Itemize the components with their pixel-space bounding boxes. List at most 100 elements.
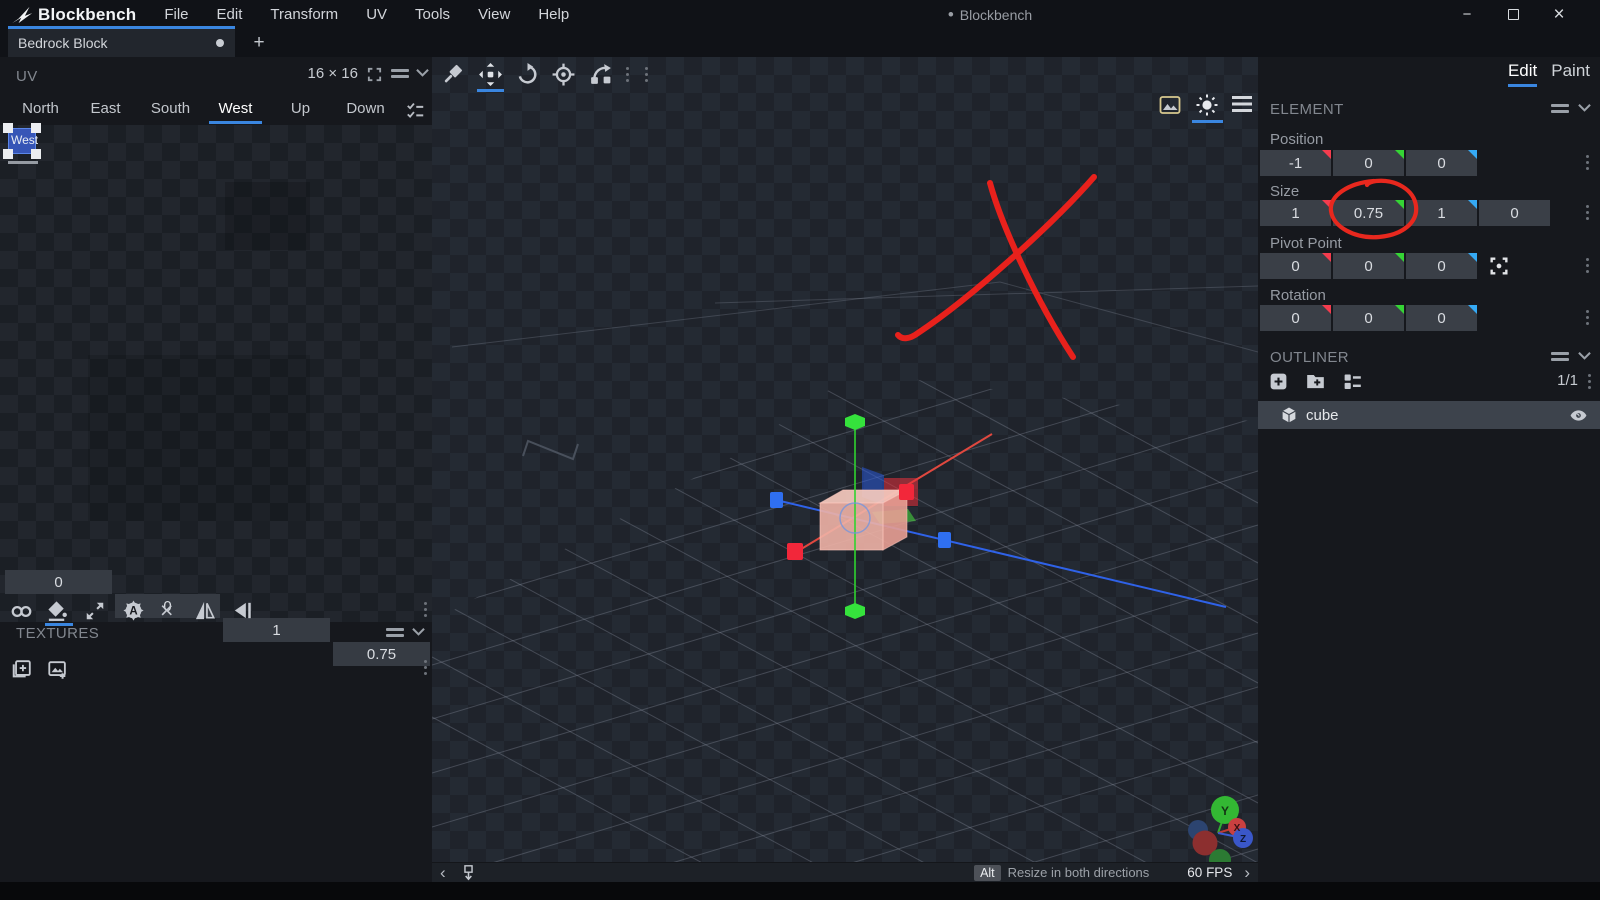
- create-texture-icon[interactable]: [11, 658, 33, 680]
- axis-orientation-gizmo[interactable]: Y X Z: [1188, 796, 1253, 862]
- rotate-tool-icon[interactable]: [515, 62, 540, 87]
- pivot-x-field[interactable]: 0: [1260, 253, 1331, 279]
- pivot-y-field[interactable]: 0: [1333, 253, 1404, 279]
- minimize-button[interactable]: −: [1444, 0, 1490, 29]
- window-controls: − ×: [1444, 0, 1582, 29]
- menu-help[interactable]: Help: [524, 0, 583, 29]
- import-texture-icon[interactable]: [47, 659, 69, 681]
- viewport-overlay-controls: [1152, 91, 1258, 125]
- size-overflow-icon[interactable]: [1586, 205, 1589, 220]
- uv-toolbar-overflow-icon[interactable]: [424, 602, 427, 617]
- size-inflate-field[interactable]: 0: [1479, 200, 1550, 226]
- position-z-field[interactable]: 0: [1406, 150, 1477, 176]
- outliner-view-toggle-icon[interactable]: [1342, 371, 1363, 392]
- gavel-tool-icon[interactable]: [440, 62, 465, 87]
- maximize-button[interactable]: [1490, 0, 1536, 29]
- menu-uv[interactable]: UV: [352, 0, 401, 29]
- outliner-menu-icon[interactable]: [1551, 352, 1569, 364]
- auto-uv-icon[interactable]: A: [122, 599, 145, 622]
- textures-collapse-chevron-icon[interactable]: [412, 627, 425, 637]
- outliner-item-cube[interactable]: cube: [1258, 401, 1600, 429]
- rotation-z-field[interactable]: 0: [1406, 305, 1477, 331]
- toolbar-drag-handle-icon[interactable]: [626, 67, 629, 82]
- uv-x-field[interactable]: 0: [5, 570, 112, 594]
- add-group-icon[interactable]: [1305, 371, 1326, 392]
- position-overflow-icon[interactable]: [1586, 155, 1589, 170]
- textures-overflow-icon[interactable]: [424, 660, 427, 675]
- export-model-icon[interactable]: [460, 864, 477, 881]
- size-y-field[interactable]: 0.75: [1333, 200, 1404, 226]
- y-handle-bottom[interactable]: [845, 603, 865, 619]
- face-tab-north[interactable]: North: [8, 95, 73, 125]
- move-tool-icon[interactable]: [478, 62, 503, 87]
- uv-face-tabs: North East South West Up Down: [8, 95, 398, 125]
- uv-panel: UV 16 × 16 North East South West Up Down: [0, 57, 432, 882]
- tab-edit[interactable]: Edit: [1508, 61, 1537, 87]
- background-image-icon[interactable]: [1158, 93, 1182, 117]
- pivot-overflow-icon[interactable]: [1586, 258, 1589, 273]
- expand-uv-icon[interactable]: [84, 600, 106, 622]
- position-x-field[interactable]: -1: [1260, 150, 1331, 176]
- paint-bucket-icon[interactable]: [46, 599, 69, 622]
- menu-transform[interactable]: Transform: [256, 0, 352, 29]
- size-z-field[interactable]: 1: [1406, 200, 1477, 226]
- menu-file[interactable]: File: [150, 0, 202, 29]
- chevron-left-icon[interactable]: ‹: [440, 866, 446, 880]
- uv-handle-sw[interactable]: [3, 149, 13, 159]
- uv-handle-nw[interactable]: [3, 123, 13, 133]
- rotation-x-field[interactable]: 0: [1260, 305, 1331, 331]
- uv-handle-se[interactable]: [31, 149, 41, 159]
- visibility-eye-icon[interactable]: [1569, 406, 1588, 425]
- uv-checklist-icon[interactable]: [406, 102, 425, 119]
- viewport-menu-icon[interactable]: [1232, 95, 1252, 113]
- center-pivot-icon[interactable]: [1488, 255, 1510, 277]
- selected-cube[interactable]: [820, 490, 907, 550]
- face-tab-west[interactable]: West: [203, 95, 268, 125]
- x-handle-left[interactable]: [787, 543, 803, 560]
- uv-collapse-chevron-icon[interactable]: [416, 68, 429, 78]
- size-x-field[interactable]: 1: [1260, 200, 1331, 226]
- uv-panel-title: UV: [16, 68, 38, 85]
- rotation-label: Rotation: [1270, 287, 1326, 304]
- chevron-right-icon[interactable]: ›: [1244, 866, 1250, 880]
- uv-fullscreen-icon[interactable]: [366, 66, 383, 83]
- close-button[interactable]: ×: [1536, 0, 1582, 29]
- vertex-snap-tool-icon[interactable]: [588, 62, 613, 87]
- element-collapse-chevron-icon[interactable]: [1578, 103, 1591, 113]
- tab-bedrock-block[interactable]: Bedrock Block: [8, 29, 235, 57]
- menu-tools[interactable]: Tools: [401, 0, 464, 29]
- outliner-overflow-icon[interactable]: [1588, 374, 1591, 389]
- uv-panel-menu-icon[interactable]: [391, 69, 409, 81]
- lighting-sun-icon[interactable]: [1195, 93, 1219, 117]
- rotation-y-field[interactable]: 0: [1333, 305, 1404, 331]
- face-tab-down[interactable]: Down: [333, 95, 398, 125]
- menu-edit[interactable]: Edit: [203, 0, 257, 29]
- textures-menu-icon[interactable]: [386, 628, 404, 640]
- add-cube-icon[interactable]: [1268, 371, 1289, 392]
- z-handle-left[interactable]: [770, 492, 783, 508]
- chain-link-icon[interactable]: [10, 600, 33, 623]
- mirror-y-icon[interactable]: [231, 599, 254, 622]
- rotation-overflow-icon[interactable]: [1586, 310, 1589, 325]
- menu-view[interactable]: View: [464, 0, 524, 29]
- clear-uv-icon[interactable]: ×: [160, 597, 173, 624]
- uv-handle-ne[interactable]: [31, 123, 41, 133]
- face-tab-east[interactable]: East: [73, 95, 138, 125]
- new-tab-button[interactable]: +: [246, 29, 272, 57]
- face-tab-south[interactable]: South: [138, 95, 203, 125]
- uv-canvas[interactable]: West: [0, 125, 432, 622]
- face-tab-up[interactable]: Up: [268, 95, 333, 125]
- pivot-tool-icon[interactable]: [551, 62, 576, 87]
- outliner-collapse-chevron-icon[interactable]: [1578, 351, 1591, 361]
- viewport-3d[interactable]: Y X Z: [432, 57, 1258, 882]
- x-handle-right[interactable]: [899, 484, 914, 500]
- pivot-row: 0 0 0: [1260, 253, 1477, 279]
- toolbar-overflow-icon[interactable]: [645, 67, 648, 82]
- tab-paint[interactable]: Paint: [1551, 61, 1590, 87]
- element-menu-icon[interactable]: [1551, 104, 1569, 116]
- pivot-z-field[interactable]: 0: [1406, 253, 1477, 279]
- viewport-toolbar: [432, 57, 1258, 95]
- position-y-field[interactable]: 0: [1333, 150, 1404, 176]
- z-handle-right[interactable]: [938, 532, 951, 548]
- mirror-x-icon[interactable]: [194, 599, 217, 622]
